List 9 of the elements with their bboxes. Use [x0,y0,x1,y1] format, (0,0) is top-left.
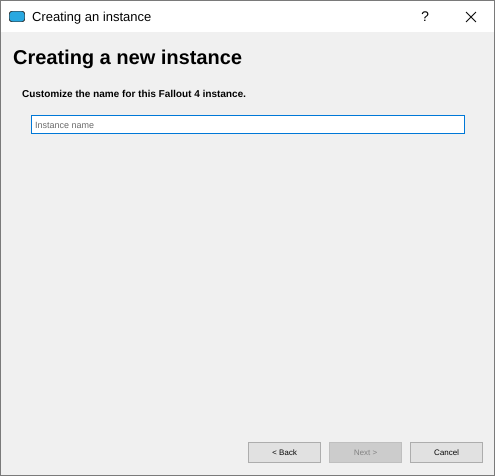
wizard-button[interactable]: < Back [248,442,321,463]
instance-name-field[interactable]: Instance name [31,115,465,134]
app-icon [9,11,25,22]
window-title: Creating an instance [32,8,152,26]
help-button[interactable]: ? [402,1,448,32]
wizard-button[interactable]: Cancel [410,442,483,463]
page-heading: Creating a new instance [13,46,243,71]
prompt-text: Customize the name for this Fallout 4 instance. [22,88,247,102]
close-icon [465,10,477,22]
